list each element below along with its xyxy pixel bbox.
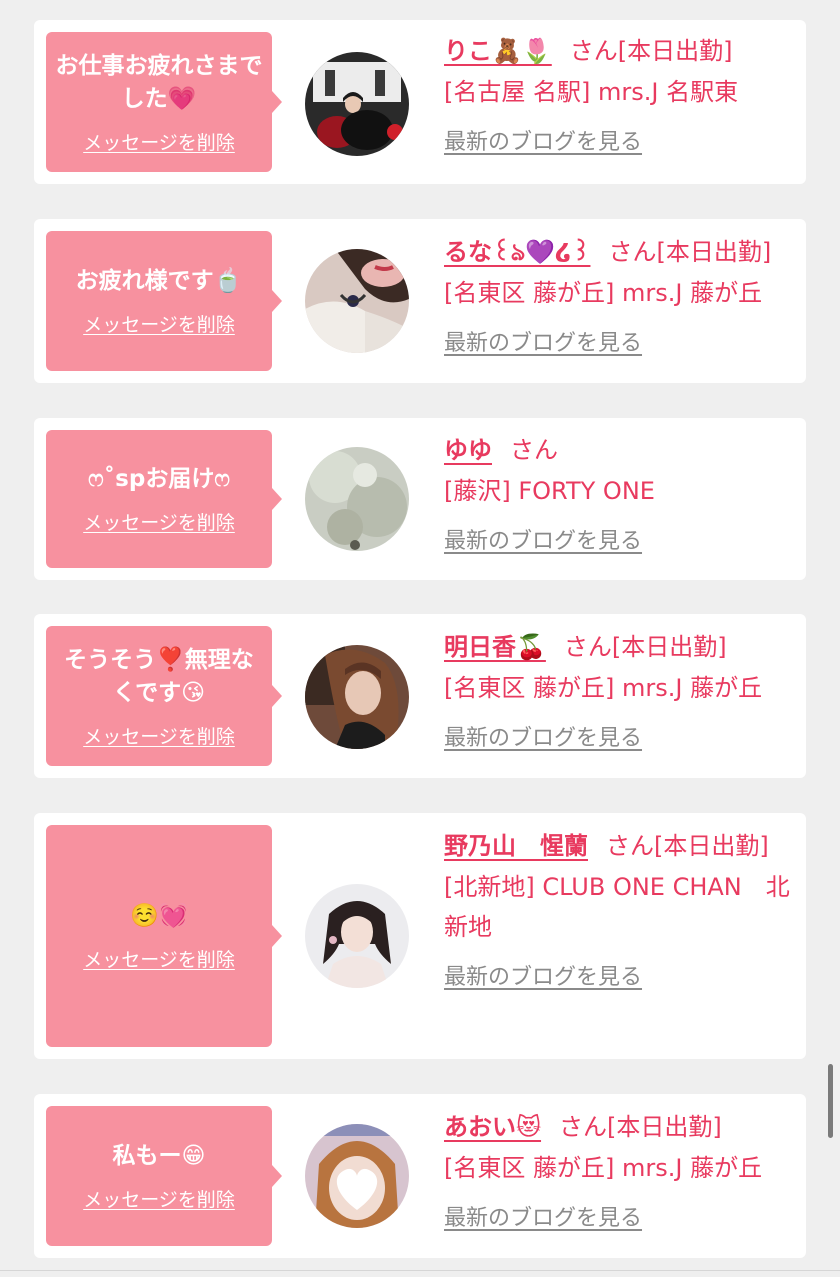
cast-status: さん[本日出勤] (608, 238, 772, 266)
avatar[interactable] (305, 52, 409, 156)
avatar-photo (305, 1124, 409, 1228)
cast-info: 明日香🍒 さん[本日出勤] [名東区 藤が丘] mrs.J 藤が丘 最新のブログを… (444, 626, 800, 752)
message-bubble: そうそう❣️無理なくです😘 メッセージを削除 (46, 626, 282, 766)
cast-name-link[interactable]: ゆゆ (444, 436, 492, 464)
avatar[interactable] (305, 249, 409, 353)
message-text: 私もー😁 (112, 1143, 206, 1169)
avatar[interactable] (305, 447, 409, 551)
latest-blog-link[interactable]: 最新のブログを見る (444, 523, 642, 555)
message-card: 私もー😁 メッセージを削除 あおい😻 さん[本日出勤] [名東区 藤が丘] mrs… (34, 1094, 806, 1258)
cast-status: さん[本日出勤] (606, 832, 769, 860)
cast-status: さん[本日出勤] (569, 37, 733, 65)
cast-status: さん (510, 436, 558, 464)
delete-message-link[interactable]: メッセージを削除 (83, 310, 235, 337)
shop-name: [藤沢] FORTY ONE (444, 477, 655, 505)
cast-status: さん[本日出勤] (563, 633, 727, 661)
latest-blog-link[interactable]: 最新のブログを見る (444, 1200, 642, 1232)
shop-name: [名東区 藤が丘] mrs.J 藤が丘 (444, 674, 763, 702)
cast-name-link[interactable]: 明日香🍒 (444, 633, 546, 661)
message-bubble: 私もー😁 メッセージを削除 (46, 1106, 282, 1246)
avatar-photo (305, 884, 409, 988)
message-list: お仕事お疲れさまでした💗 メッセージを削除 りこ🧸🌷 さん[本日出勤] [名古屋 … (0, 0, 840, 1277)
shop-name: [名古屋 名駅] mrs.J 名駅東 (444, 78, 739, 106)
avatar-photo (305, 447, 409, 551)
cast-info: るな꒰ঌ💜໒꒱ さん[本日出勤] [名東区 藤が丘] mrs.J 藤が丘 最新のブ… (444, 231, 800, 357)
message-bubble: お疲れ様です🍵 メッセージを削除 (46, 231, 282, 371)
cast-info: 野乃山 惺蘭 さん[本日出勤] [北新地] CLUB ONE CHAN 北新地 最… (444, 825, 800, 991)
delete-message-link[interactable]: メッセージを削除 (83, 508, 235, 535)
message-card: そうそう❣️無理なくです😘 メッセージを削除 明日香🍒 さん[本日出勤] [名東区… (34, 614, 806, 778)
latest-blog-link[interactable]: 最新のブログを見る (444, 959, 642, 991)
avatar[interactable] (305, 884, 409, 988)
avatar-photo (305, 249, 409, 353)
avatar[interactable] (305, 1124, 409, 1228)
divider (0, 1270, 840, 1271)
cast-info: ゆゆ さん [藤沢] FORTY ONE 最新のブログを見る (444, 429, 800, 555)
delete-message-link[interactable]: メッセージを削除 (83, 945, 235, 972)
latest-blog-link[interactable]: 最新のブログを見る (444, 325, 642, 357)
message-card: ☺️💓 メッセージを削除 野乃山 惺蘭 さん[本日出勤] [北新地] CLUB O… (34, 813, 806, 1059)
message-card: お仕事お疲れさまでした💗 メッセージを削除 りこ🧸🌷 さん[本日出勤] [名古屋 … (34, 20, 806, 184)
shop-name: [名東区 藤が丘] mrs.J 藤が丘 (444, 279, 763, 307)
cast-info: りこ🧸🌷 さん[本日出勤] [名古屋 名駅] mrs.J 名駅東 最新のブログを見… (444, 30, 800, 156)
message-text: お仕事お疲れさまでした💗 (55, 52, 263, 112)
cast-name-link[interactable]: るな꒰ঌ💜໒꒱ (444, 238, 590, 266)
scrollbar[interactable] (828, 1064, 833, 1138)
shop-name: [名東区 藤が丘] mrs.J 藤が丘 (444, 1154, 763, 1182)
avatar-photo (305, 52, 409, 156)
cast-name-link[interactable]: りこ🧸🌷 (444, 37, 552, 65)
message-bubble: ෆ˚spお届けෆ メッセージを削除 (46, 430, 282, 568)
avatar-photo (305, 645, 409, 749)
message-text: ෆ˚spお届けෆ (88, 466, 230, 492)
cast-info: あおい😻 さん[本日出勤] [名東区 藤が丘] mrs.J 藤が丘 最新のブログを… (444, 1106, 800, 1232)
delete-message-link[interactable]: メッセージを削除 (83, 128, 235, 155)
shop-name: [北新地] CLUB ONE CHAN 北新地 (444, 873, 790, 941)
latest-blog-link[interactable]: 最新のブログを見る (444, 720, 642, 752)
message-bubble: お仕事お疲れさまでした💗 メッセージを削除 (46, 32, 282, 172)
cast-status: さん[本日出勤] (559, 1113, 722, 1141)
message-bubble: ☺️💓 メッセージを削除 (46, 825, 282, 1047)
message-text: お疲れ様です🍵 (75, 268, 243, 294)
delete-message-link[interactable]: メッセージを削除 (83, 722, 235, 749)
delete-message-link[interactable]: メッセージを削除 (83, 1185, 235, 1212)
avatar[interactable] (305, 645, 409, 749)
message-text: そうそう❣️無理なくです😘 (64, 646, 254, 706)
cast-name-link[interactable]: あおい😻 (444, 1113, 541, 1141)
message-card: お疲れ様です🍵 メッセージを削除 るな꒰ঌ💜໒꒱ さん[本日出勤] [名東区 藤が… (34, 219, 806, 383)
latest-blog-link[interactable]: 最新のブログを見る (444, 124, 642, 156)
message-card: ෆ˚spお届けෆ メッセージを削除 ゆゆ さん [藤沢] FORTY ONE 最新… (34, 418, 806, 580)
cast-name-link[interactable]: 野乃山 惺蘭 (444, 832, 588, 860)
message-text: ☺️💓 (130, 903, 188, 929)
